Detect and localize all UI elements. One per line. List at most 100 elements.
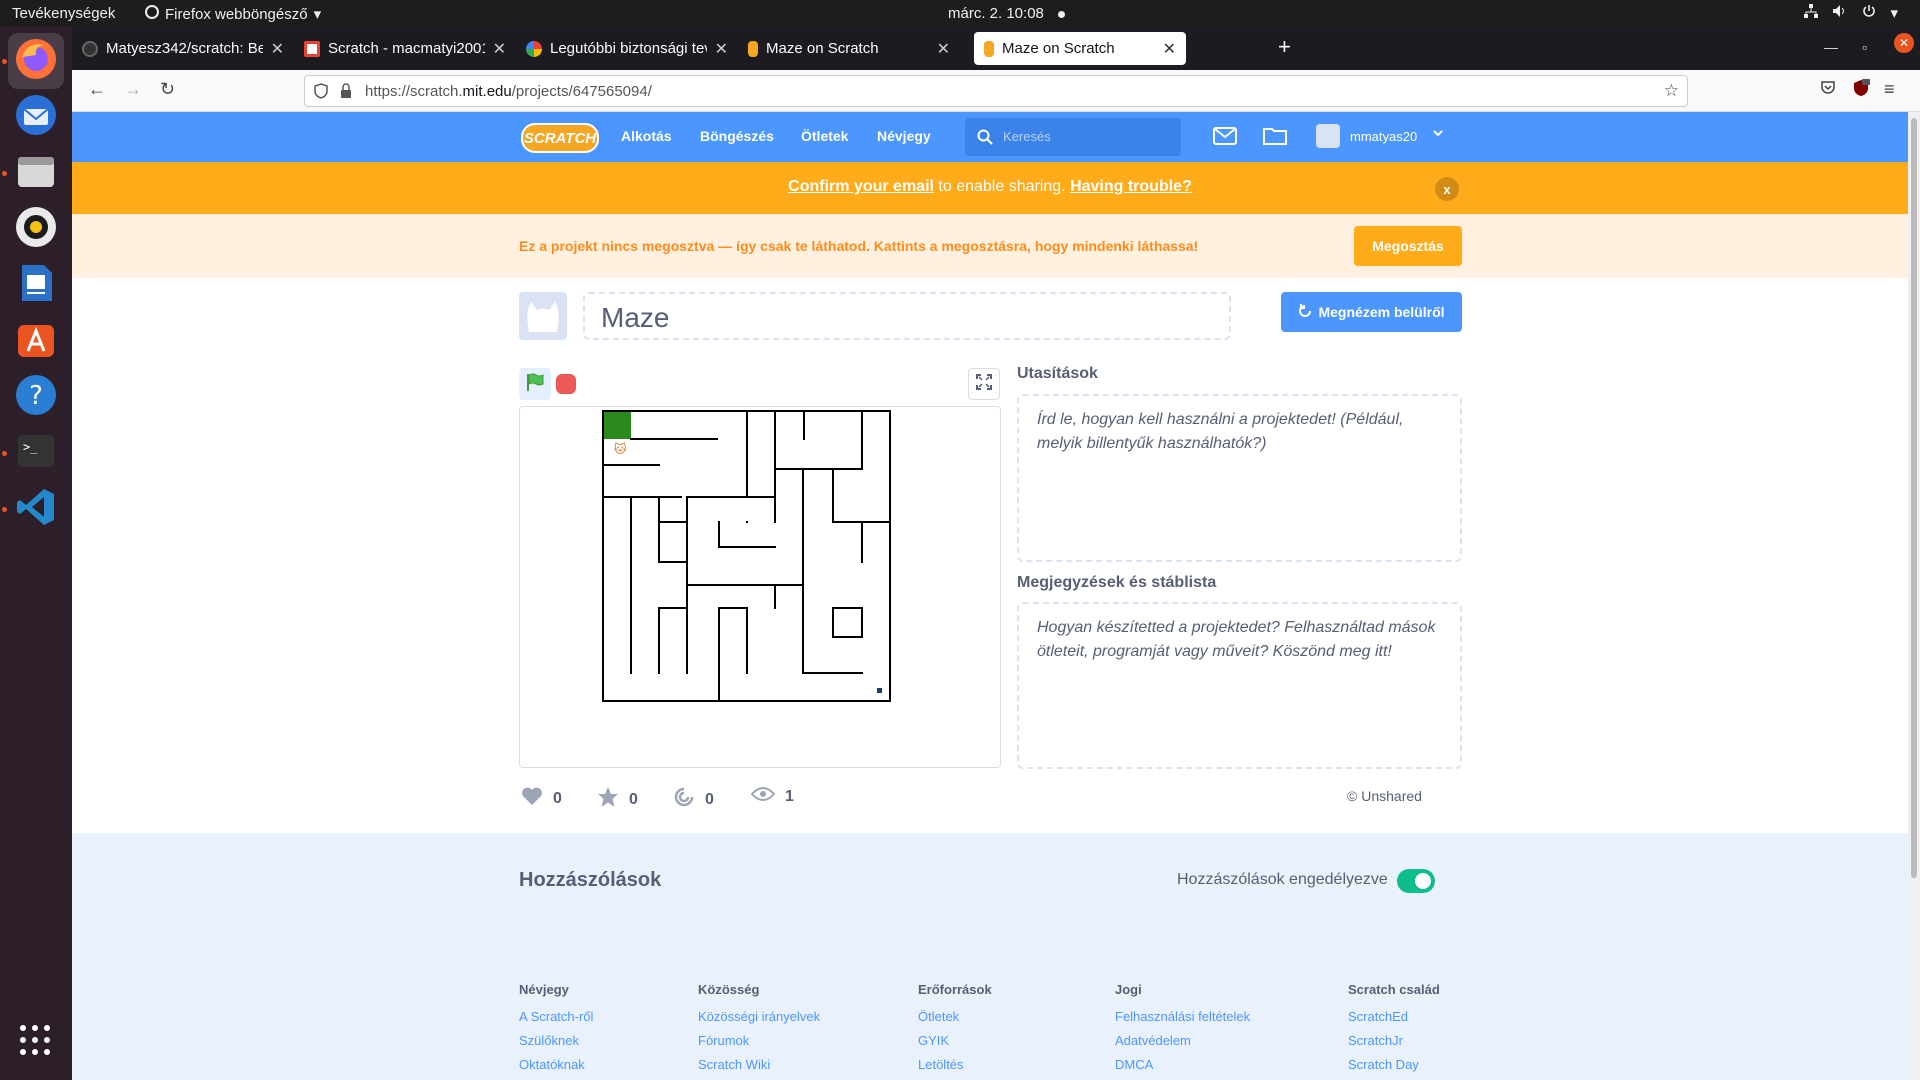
browser-tab-active[interactable]: Maze on Scratch ✕ — [974, 32, 1186, 65]
stop-button[interactable] — [556, 374, 576, 394]
chevron-down-icon[interactable] — [1432, 126, 1444, 142]
close-icon[interactable]: ✕ — [271, 39, 284, 59]
footer-column-resources: Erőforrások Ötletek GYIK Letöltés — [918, 982, 992, 1080]
project-title-input[interactable]: Maze — [583, 292, 1231, 340]
instructions-label: Utasítások — [1017, 365, 1098, 382]
ublock-icon[interactable] — [1852, 79, 1870, 102]
heart-icon — [521, 786, 543, 811]
footer-link[interactable]: Fórumok — [698, 1033, 820, 1049]
gmail-icon — [304, 40, 320, 57]
remix-count: 0 — [705, 790, 714, 808]
folder-icon — [14, 149, 58, 198]
menu-icon[interactable]: ≡ — [1884, 79, 1895, 100]
close-window-icon[interactable]: ✕ — [1894, 33, 1914, 53]
search-input[interactable]: Keresés — [965, 118, 1181, 156]
shield-icon[interactable] — [313, 83, 329, 104]
dock-thunderbird[interactable] — [8, 89, 64, 145]
close-icon[interactable]: ✕ — [937, 39, 950, 59]
share-status-text: Unshared — [1361, 788, 1422, 804]
close-icon[interactable]: ✕ — [715, 39, 728, 59]
footer-link[interactable]: Felhasználási feltételek — [1115, 1009, 1250, 1025]
favorite-button[interactable]: 0 — [597, 786, 638, 813]
notification-dot-icon — [1057, 10, 1065, 18]
dock-libreoffice-writer[interactable] — [8, 257, 64, 313]
username[interactable]: mmatyas20 — [1350, 129, 1417, 144]
see-inside-button[interactable]: Megnézem belülről — [1281, 292, 1462, 332]
google-icon — [526, 40, 542, 57]
my-stuff-folder-icon[interactable] — [1263, 126, 1287, 149]
url-text: https://scratch.mit.edu/projects/6475650… — [365, 83, 652, 100]
page-scrollbar[interactable] — [1908, 112, 1920, 1080]
dock-help[interactable]: ? — [8, 369, 64, 425]
confirm-email-link[interactable]: Confirm your email — [788, 178, 934, 195]
app-menu[interactable]: Firefox webböngésző ▾ — [145, 5, 321, 23]
browser-tab[interactable]: Maze on Scratch ✕ — [738, 32, 960, 65]
lock-icon[interactable] — [339, 83, 353, 104]
reload-icon[interactable]: ↻ — [160, 79, 175, 100]
show-applications-icon[interactable] — [20, 1025, 52, 1057]
see-inside-label: Megnézem belülről — [1318, 304, 1445, 320]
pocket-icon[interactable] — [1820, 79, 1836, 98]
scratch-logo[interactable]: SCRATCH — [521, 123, 599, 153]
url-prefix: https://scratch. — [365, 83, 463, 100]
dock-firefox[interactable] — [8, 33, 64, 89]
browser-tab[interactable]: Legutóbbi biztonsági tev ✕ — [516, 32, 738, 65]
url-bar[interactable]: https://scratch.mit.edu/projects/6475650… — [304, 75, 1688, 107]
bookmark-star-icon[interactable]: ☆ — [1664, 81, 1679, 101]
footer-link[interactable]: GYIK — [918, 1033, 992, 1049]
fullscreen-icon — [976, 373, 992, 395]
nav-ideas[interactable]: Ötletek — [801, 128, 848, 144]
footer-link[interactable]: Oktatóknak — [519, 1057, 593, 1073]
footer-link[interactable]: ScratchEd — [1348, 1009, 1440, 1025]
instructions-textarea[interactable]: Írd le, hogyan kell használni a projekte… — [1017, 394, 1462, 562]
forward-icon[interactable]: → — [124, 79, 142, 100]
minimize-icon[interactable]: — — [1824, 39, 1838, 55]
scrollbar-thumb[interactable] — [1911, 118, 1917, 878]
maximize-icon[interactable]: ▫ — [1862, 39, 1867, 55]
fullscreen-button[interactable] — [968, 368, 1000, 400]
dock-vscode[interactable] — [8, 481, 64, 537]
project-author-avatar[interactable] — [519, 292, 567, 340]
browser-tab[interactable]: Scratch - macmatyi2001@ ✕ — [294, 32, 516, 65]
having-trouble-link[interactable]: Having trouble? — [1070, 178, 1192, 195]
footer-link[interactable]: ScratchJr — [1348, 1033, 1440, 1049]
system-top-bar: Tevékenységek Firefox webböngésző ▾ márc… — [0, 0, 1920, 27]
remix-icon — [673, 786, 695, 813]
project-stage[interactable]: 🐱 — [519, 406, 1001, 768]
close-banner-button[interactable]: x — [1435, 177, 1459, 201]
green-flag-button[interactable] — [519, 368, 551, 400]
dock-software-center[interactable] — [8, 313, 64, 369]
share-button[interactable]: Megosztás — [1354, 226, 1462, 266]
nav-create[interactable]: Alkotás — [621, 128, 672, 144]
speaker-icon — [14, 205, 58, 254]
dock-rhythmbox[interactable] — [8, 201, 64, 257]
nav-about[interactable]: Névjegy — [877, 128, 931, 144]
share-banner: Ez a projekt nincs megosztva — így csak … — [72, 214, 1908, 278]
close-icon[interactable]: ✕ — [1163, 39, 1176, 59]
system-tray[interactable]: ▾ — [1804, 4, 1898, 22]
footer-link[interactable]: Adatvédelem — [1115, 1033, 1250, 1049]
dock-terminal[interactable]: >_ — [8, 425, 64, 481]
footer-link[interactable]: Ötletek — [918, 1009, 992, 1025]
footer-link[interactable]: DMCA — [1115, 1057, 1250, 1073]
love-button[interactable]: 0 — [521, 786, 562, 811]
footer-link[interactable]: Szülőknek — [519, 1033, 593, 1049]
activities-button[interactable]: Tevékenységek — [12, 5, 115, 22]
dock-files[interactable] — [8, 145, 64, 201]
close-icon[interactable]: ✕ — [493, 39, 506, 59]
notes-textarea[interactable]: Hogyan készítetted a projektedet? Felhas… — [1017, 602, 1462, 769]
footer-link[interactable]: Scratch Day — [1348, 1057, 1440, 1073]
footer-link[interactable]: Letöltés — [918, 1057, 992, 1073]
footer-link[interactable]: Scratch Wiki — [698, 1057, 820, 1073]
footer-link[interactable]: A Scratch-ről — [519, 1009, 593, 1025]
nav-explore[interactable]: Böngészés — [700, 128, 774, 144]
footer-link[interactable]: Közösségi irányelvek — [698, 1009, 820, 1025]
comments-toggle[interactable] — [1397, 869, 1435, 893]
messages-icon[interactable] — [1213, 126, 1237, 149]
clock[interactable]: márc. 2. 10:08 — [948, 5, 1065, 22]
avatar[interactable] — [1316, 124, 1340, 148]
browser-tab[interactable]: Matyesz342/scratch: Bea ✕ — [72, 32, 294, 65]
new-tab-icon[interactable]: + — [1278, 34, 1291, 60]
back-icon[interactable]: ← — [88, 79, 106, 100]
confirm-email-banner: Confirm your email to enable sharing. Ha… — [72, 162, 1908, 214]
